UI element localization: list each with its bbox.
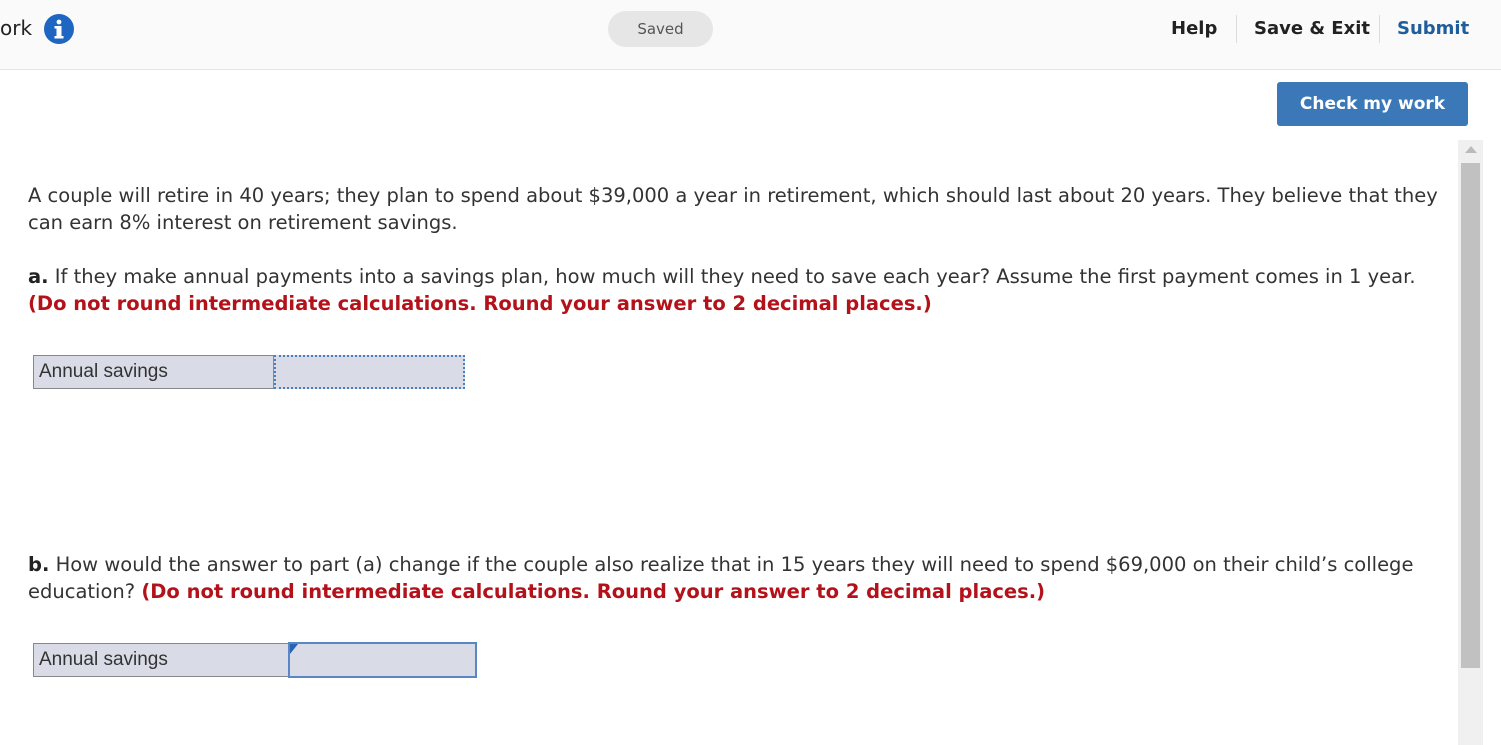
part-a-prompt: a. If they make annual payments into a s…	[28, 263, 1453, 317]
question-intro: A couple will retire in 40 years; they p…	[28, 184, 1438, 234]
nav-divider	[1379, 15, 1380, 43]
saved-status-badge: Saved	[608, 11, 713, 47]
annual-savings-label-b: Annual savings	[33, 643, 289, 677]
info-icon[interactable]	[43, 13, 75, 45]
nav-divider	[1236, 15, 1237, 43]
save-exit-link[interactable]: Save & Exit	[1254, 18, 1370, 39]
scroll-up-arrow-icon[interactable]	[1465, 146, 1477, 153]
top-bar: ork Saved Help Save & Exit Submit	[0, 0, 1501, 70]
submit-link[interactable]: Submit	[1397, 18, 1469, 39]
annual-savings-input-a[interactable]	[274, 355, 465, 389]
annual-savings-input-b[interactable]	[288, 642, 477, 678]
part-b-label: b.	[28, 553, 50, 576]
assignment-title: ork	[0, 16, 33, 40]
part-b-instruction: (Do not round intermediate calculations.…	[141, 580, 1046, 603]
part-a-instruction: (Do not round intermediate calculations.…	[28, 292, 932, 315]
part-a-label: a.	[28, 265, 49, 288]
help-link[interactable]: Help	[1171, 18, 1217, 39]
check-my-work-button[interactable]: Check my work	[1277, 82, 1468, 126]
scrollbar-thumb[interactable]	[1461, 163, 1480, 668]
part-a-text: If they make annual payments into a savi…	[54, 265, 1416, 288]
annual-savings-label-a: Annual savings	[33, 355, 274, 389]
part-b-prompt: b. How would the answer to part (a) chan…	[28, 551, 1453, 605]
input-flag-icon	[290, 644, 298, 654]
